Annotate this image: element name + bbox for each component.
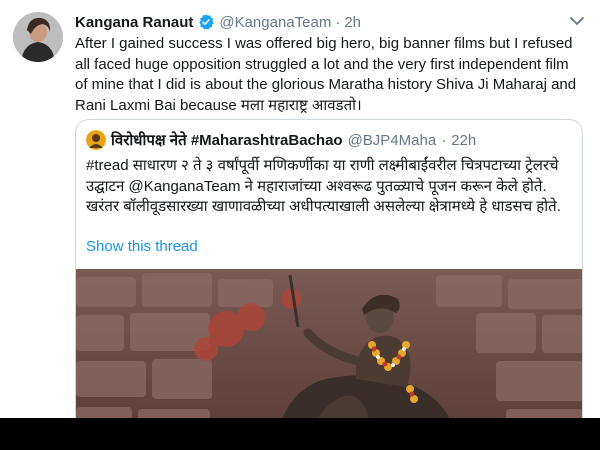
tweet-body: After I gained success I was offered big…: [75, 35, 577, 114]
tweet-view: Kangana Ranaut @KanganaTeam · 2h After I…: [0, 0, 600, 418]
tweet-timestamp[interactable]: 2h: [344, 14, 361, 31]
quoted-author-name[interactable]: विरोधीपक्ष नेते #MaharashtraBachao: [111, 130, 343, 150]
show-thread-link[interactable]: Show this thread: [86, 238, 198, 255]
quoted-tweet-timestamp[interactable]: 22h: [451, 132, 476, 149]
tweet-header: Kangana Ranaut @KanganaTeam · 2h: [75, 12, 361, 32]
quoted-tweet-card[interactable]: विरोधीपक्ष नेते #MaharashtraBachao @BJP4…: [75, 119, 583, 418]
author-name[interactable]: Kangana Ranaut: [75, 14, 193, 31]
bottom-black-bar: [0, 418, 600, 450]
chevron-down-icon[interactable]: [568, 14, 586, 28]
quoted-tweet-body: #tread साधारण २ ते ३ वर्षांपूर्वी मणिकर्…: [86, 157, 561, 215]
quoted-tweet-header: विरोधीपक्ष नेते #MaharashtraBachao @BJP4…: [86, 130, 476, 150]
quoted-author-avatar[interactable]: [86, 130, 106, 150]
author-handle[interactable]: @KanganaTeam: [219, 14, 331, 31]
verified-badge-icon: [197, 13, 215, 31]
author-avatar[interactable]: [13, 12, 63, 62]
separator-dot: ·: [335, 13, 341, 31]
quoted-author-handle[interactable]: @BJP4Maha: [348, 132, 437, 149]
quoted-tweet-image[interactable]: [76, 269, 582, 418]
separator-dot: ·: [441, 131, 447, 149]
